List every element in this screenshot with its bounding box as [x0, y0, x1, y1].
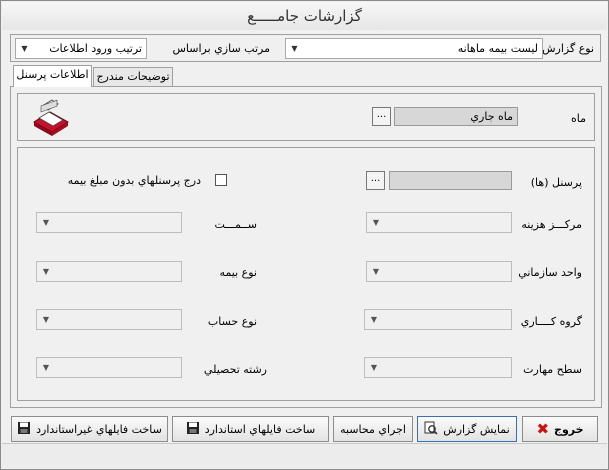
save-icon — [17, 421, 31, 438]
filters-group: پرسنل (ها) ... درج پرسنلهاي بدون مبلغ بي… — [17, 147, 595, 401]
std-files-button[interactable]: ساخت فايلهاي استاندارد — [172, 416, 329, 442]
sort-value: ترتيب ورود اطلاعات — [49, 42, 142, 55]
close-icon: ✖ — [536, 420, 550, 438]
save-icon — [186, 421, 200, 438]
report-window: گزارشات جامـــــع نوع گزارش ليست بيمه ما… — [0, 0, 609, 470]
cost-center-label: مرکـــز هزينه — [521, 218, 582, 231]
position-label: ســمـــت — [214, 218, 258, 231]
std-files-label: ساخت فايلهاي استاندارد — [204, 422, 316, 436]
show-report-label: نمايش گزارش — [443, 422, 510, 436]
chevron-down-icon[interactable]: ▼ — [369, 262, 383, 281]
nonstd-files-button[interactable]: ساخت فايلهاي غيراستاندارد — [11, 416, 168, 442]
work-group-label: گروه کــــاري — [520, 315, 582, 328]
work-group-dropdown[interactable]: ▼ — [364, 309, 512, 330]
run-calc-button[interactable]: اجراي محاسبه — [333, 416, 413, 442]
show-report-button[interactable]: نمايش گزارش — [417, 416, 517, 442]
skill-level-dropdown[interactable]: ▼ — [364, 357, 512, 378]
chevron-down-icon[interactable]: ▼ — [39, 213, 53, 232]
exit-button[interactable]: خروج ✖ — [522, 416, 598, 442]
status-bar — [2, 443, 607, 468]
personnel-label: پرسنل (ها) — [530, 176, 582, 189]
exit-button-label: خروج — [554, 422, 584, 436]
insurance-type-dropdown[interactable]: ▼ — [36, 261, 182, 282]
personnel-field[interactable] — [389, 171, 512, 190]
window-title: گزارشات جامـــــع — [2, 2, 607, 30]
no-insurance-checkbox[interactable] — [215, 174, 227, 186]
chevron-down-icon[interactable]: ▼ — [16, 39, 33, 58]
chevron-down-icon[interactable]: ▼ — [286, 39, 303, 58]
education-field-dropdown[interactable]: ▼ — [36, 357, 182, 378]
chevron-down-icon[interactable]: ▼ — [39, 310, 53, 329]
tab-descriptions[interactable]: توضيحات مندرج — [93, 67, 173, 87]
report-type-label: نوع گزارش — [542, 42, 594, 55]
chevron-down-icon[interactable]: ▼ — [39, 262, 53, 281]
personnel-browse-button[interactable]: ... — [366, 171, 385, 190]
report-options-panel: نوع گزارش ليست بيمه ماهانه ▼ مرتب سازي ب… — [10, 34, 601, 62]
no-insurance-label: درج پرسنلهاي بدون مبلغ بيمه — [67, 174, 201, 187]
account-type-label: نوع حساب — [207, 315, 257, 328]
chevron-down-icon[interactable]: ▼ — [367, 358, 381, 377]
nonstd-files-label: ساخت فايلهاي غيراستاندارد — [36, 422, 162, 436]
sort-label: مرتب سازي براساس — [172, 42, 271, 55]
chevron-down-icon[interactable]: ▼ — [367, 310, 381, 329]
magnifier-icon — [424, 421, 438, 438]
org-unit-dropdown[interactable]: ▼ — [366, 261, 512, 282]
education-field-label: رشته تحصيلي — [203, 363, 267, 376]
account-type-dropdown[interactable]: ▼ — [36, 309, 182, 330]
sort-dropdown[interactable]: ترتيب ورود اطلاعات ▼ — [15, 38, 147, 59]
month-field[interactable]: ماه جاري — [394, 107, 518, 126]
run-calc-label: اجراي محاسبه — [340, 422, 406, 436]
tab-personnel-info[interactable]: اطلاعات پرسنل — [13, 65, 92, 87]
chevron-down-icon[interactable]: ▼ — [369, 213, 383, 232]
chevron-down-icon[interactable]: ▼ — [39, 358, 53, 377]
org-unit-label: واحد سازماني — [518, 266, 582, 279]
report-type-dropdown[interactable]: ليست بيمه ماهانه ▼ — [285, 38, 543, 59]
month-value: ماه جاري — [470, 110, 513, 123]
printer-icon[interactable] — [30, 98, 70, 136]
month-label: ماه — [570, 112, 586, 125]
insurance-type-label: نوع بيمه — [219, 266, 257, 279]
month-browse-button[interactable]: ... — [372, 107, 391, 126]
cost-center-dropdown[interactable]: ▼ — [366, 212, 512, 233]
report-type-value: ليست بيمه ماهانه — [457, 42, 538, 55]
skill-level-label: سطح مهارت — [523, 363, 582, 376]
tab-page: ماه ماه جاري ... پرسنل (ها) ... درج پرسن… — [10, 86, 602, 408]
month-group: ماه ماه جاري ... — [17, 93, 595, 141]
position-dropdown[interactable]: ▼ — [36, 212, 182, 233]
